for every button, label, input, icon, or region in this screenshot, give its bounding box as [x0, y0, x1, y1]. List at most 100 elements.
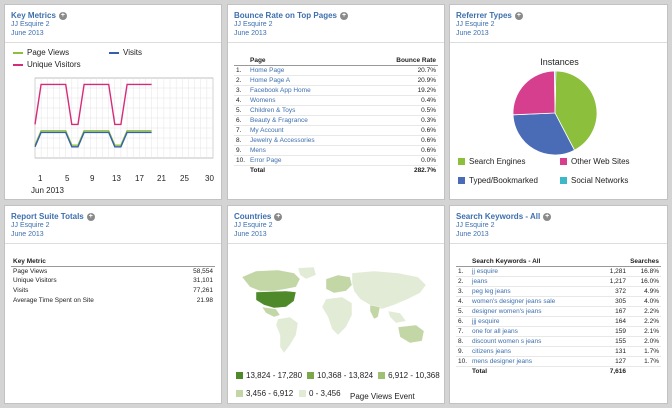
add-icon[interactable]: +: [514, 11, 523, 20]
panel-title[interactable]: Bounce Rate on Top Pages: [234, 11, 337, 20]
panel-title[interactable]: Report Suite Totals: [11, 212, 84, 221]
report-suite-name[interactable]: JJ Esquire 2: [234, 20, 438, 29]
legend-swatch: [236, 390, 243, 397]
date-range[interactable]: June 2013: [11, 29, 215, 38]
search-percent: 16.8%: [628, 266, 661, 278]
table-row: 1. jj esquire 1,281 16.8%: [456, 266, 661, 278]
panel-title[interactable]: Key Metrics: [11, 11, 56, 20]
column-header: Key Metric: [13, 258, 46, 266]
keyword-link[interactable]: citizens jeans: [470, 346, 599, 358]
panel-title[interactable]: Search Keywords - All: [456, 212, 540, 221]
panel-title[interactable]: Countries: [234, 212, 271, 221]
panel-header: Referrer Types + JJ Esquire 2 June 2013: [450, 5, 667, 43]
table-row: Visits 77,261: [11, 286, 215, 296]
metric-value: 77,261: [193, 287, 213, 295]
column-header: Searches: [630, 258, 659, 266]
metric-value: 31,101: [193, 277, 213, 285]
metric-value: 58,554: [193, 268, 213, 276]
metric-label: Unique Visitors: [13, 277, 57, 285]
report-suite-name[interactable]: JJ Esquire 2: [456, 221, 661, 230]
date-range[interactable]: June 2013: [234, 230, 438, 239]
bounce-rate-value: 19.2%: [364, 85, 438, 97]
report-suite-name[interactable]: JJ Esquire 2: [234, 221, 438, 230]
legend-item: Page Views: [27, 48, 70, 57]
x-tick: 25: [180, 174, 189, 183]
page-link[interactable]: Mens: [248, 145, 365, 157]
keyword-link[interactable]: jeans: [470, 276, 599, 288]
row-number: 9.: [456, 346, 470, 358]
table-row: 8. Jewelry & Accessories 0.6%: [234, 135, 438, 147]
bounce-rate-value: 0.6%: [364, 145, 438, 157]
panel-header: Key Metrics + JJ Esquire 2 June 2013: [5, 5, 221, 43]
add-icon[interactable]: +: [274, 212, 283, 221]
legend-label: Typed/Bookmarked: [469, 176, 538, 185]
metric-label: Average Time Spent on Site: [13, 296, 94, 304]
search-count: 131: [598, 346, 629, 358]
bounce-rate-value: 0.3%: [364, 115, 438, 127]
date-range[interactable]: June 2013: [234, 29, 438, 38]
search-count: 164: [598, 316, 629, 328]
report-suite-name[interactable]: JJ Esquire 2: [456, 20, 661, 29]
page-link[interactable]: Error Page: [248, 155, 365, 167]
add-icon[interactable]: +: [86, 212, 95, 221]
page-link[interactable]: Home Page A: [248, 75, 365, 87]
bounce-rate-table: Page Bounce Rate 1. Home Page 20.7% 2. Home …: [234, 56, 438, 176]
keyword-link[interactable]: designer women's jeans: [470, 306, 599, 318]
date-range[interactable]: June 2013: [456, 29, 661, 38]
panel-title[interactable]: Referrer Types: [456, 11, 512, 20]
keyword-link[interactable]: jjj esquire: [470, 316, 599, 328]
report-suite-name[interactable]: JJ Esquire 2: [11, 20, 215, 29]
pie-title: Instances: [540, 57, 579, 67]
add-icon[interactable]: +: [543, 212, 552, 221]
page-link[interactable]: Womens: [248, 95, 365, 107]
page-link[interactable]: Facebook App Home: [248, 85, 365, 97]
search-count: 1,281: [598, 266, 629, 278]
page-link[interactable]: Children & Toys: [248, 105, 365, 117]
table-row: 10. mens designer jeans 127 1.7%: [456, 356, 661, 368]
page-link[interactable]: Home Page: [248, 65, 365, 77]
bounce-rate-value: 0.6%: [364, 125, 438, 137]
page-link[interactable]: Jewelry & Accessories: [248, 135, 365, 147]
total-label: Total: [248, 165, 365, 176]
row-number: 2.: [456, 276, 470, 288]
total-value: 282.7%: [364, 165, 438, 176]
search-percent: 2.2%: [628, 306, 661, 318]
report-suite-name[interactable]: JJ Esquire 2: [11, 221, 215, 230]
legend-label: 0 - 3,456: [309, 389, 341, 398]
table-row: 4. Womens 0.4%: [234, 95, 438, 107]
table-row: Average Time Spent on Site 21.98: [11, 295, 215, 305]
table-row: 8. discount women s jeans 155 2.0%: [456, 336, 661, 348]
search-count: 127: [598, 356, 629, 368]
table-row: 3. Facebook App Home 19.2%: [234, 85, 438, 97]
table-row: 2. Home Page A 20.9%: [234, 75, 438, 87]
page-link[interactable]: Beauty & Fragrance: [248, 115, 365, 127]
map-caption: Page Views Event: [350, 392, 415, 401]
x-tick: 21: [157, 174, 166, 183]
keyword-link[interactable]: jj esquire: [470, 266, 599, 278]
keyword-link[interactable]: peg leg jeans: [470, 286, 599, 298]
search-count: 372: [598, 286, 629, 298]
add-icon[interactable]: +: [339, 11, 348, 20]
keyword-link[interactable]: women's designer jeans sale: [470, 296, 599, 308]
legend-label: Other Web Sites: [571, 157, 630, 166]
bounce-rate-value: 20.9%: [364, 75, 438, 87]
row-number: 3.: [234, 85, 248, 97]
date-range[interactable]: June 2013: [456, 230, 661, 239]
bounce-rate-value: 20.7%: [364, 65, 438, 77]
table-row: 6. Beauty & Fragrance 0.3%: [234, 115, 438, 127]
table-row: 1. Home Page 20.7%: [234, 65, 438, 77]
add-icon[interactable]: +: [58, 11, 67, 20]
date-range[interactable]: June 2013: [11, 230, 215, 239]
key-metrics-chart: [34, 77, 214, 159]
page-link[interactable]: My Account: [248, 125, 365, 137]
keyword-link[interactable]: mens designer jeans: [470, 356, 599, 368]
search-percent: 16.0%: [628, 276, 661, 288]
search-percent: 4.0%: [628, 296, 661, 308]
x-tick: 9: [90, 174, 95, 183]
row-number: 9.: [234, 145, 248, 157]
keyword-link[interactable]: discount women s jeans: [470, 336, 599, 348]
table-row: 7. My Account 0.6%: [234, 125, 438, 137]
world-map[interactable]: [234, 265, 440, 357]
keyword-link[interactable]: one for all jeans: [470, 326, 599, 338]
pie-slice[interactable]: [512, 70, 556, 116]
